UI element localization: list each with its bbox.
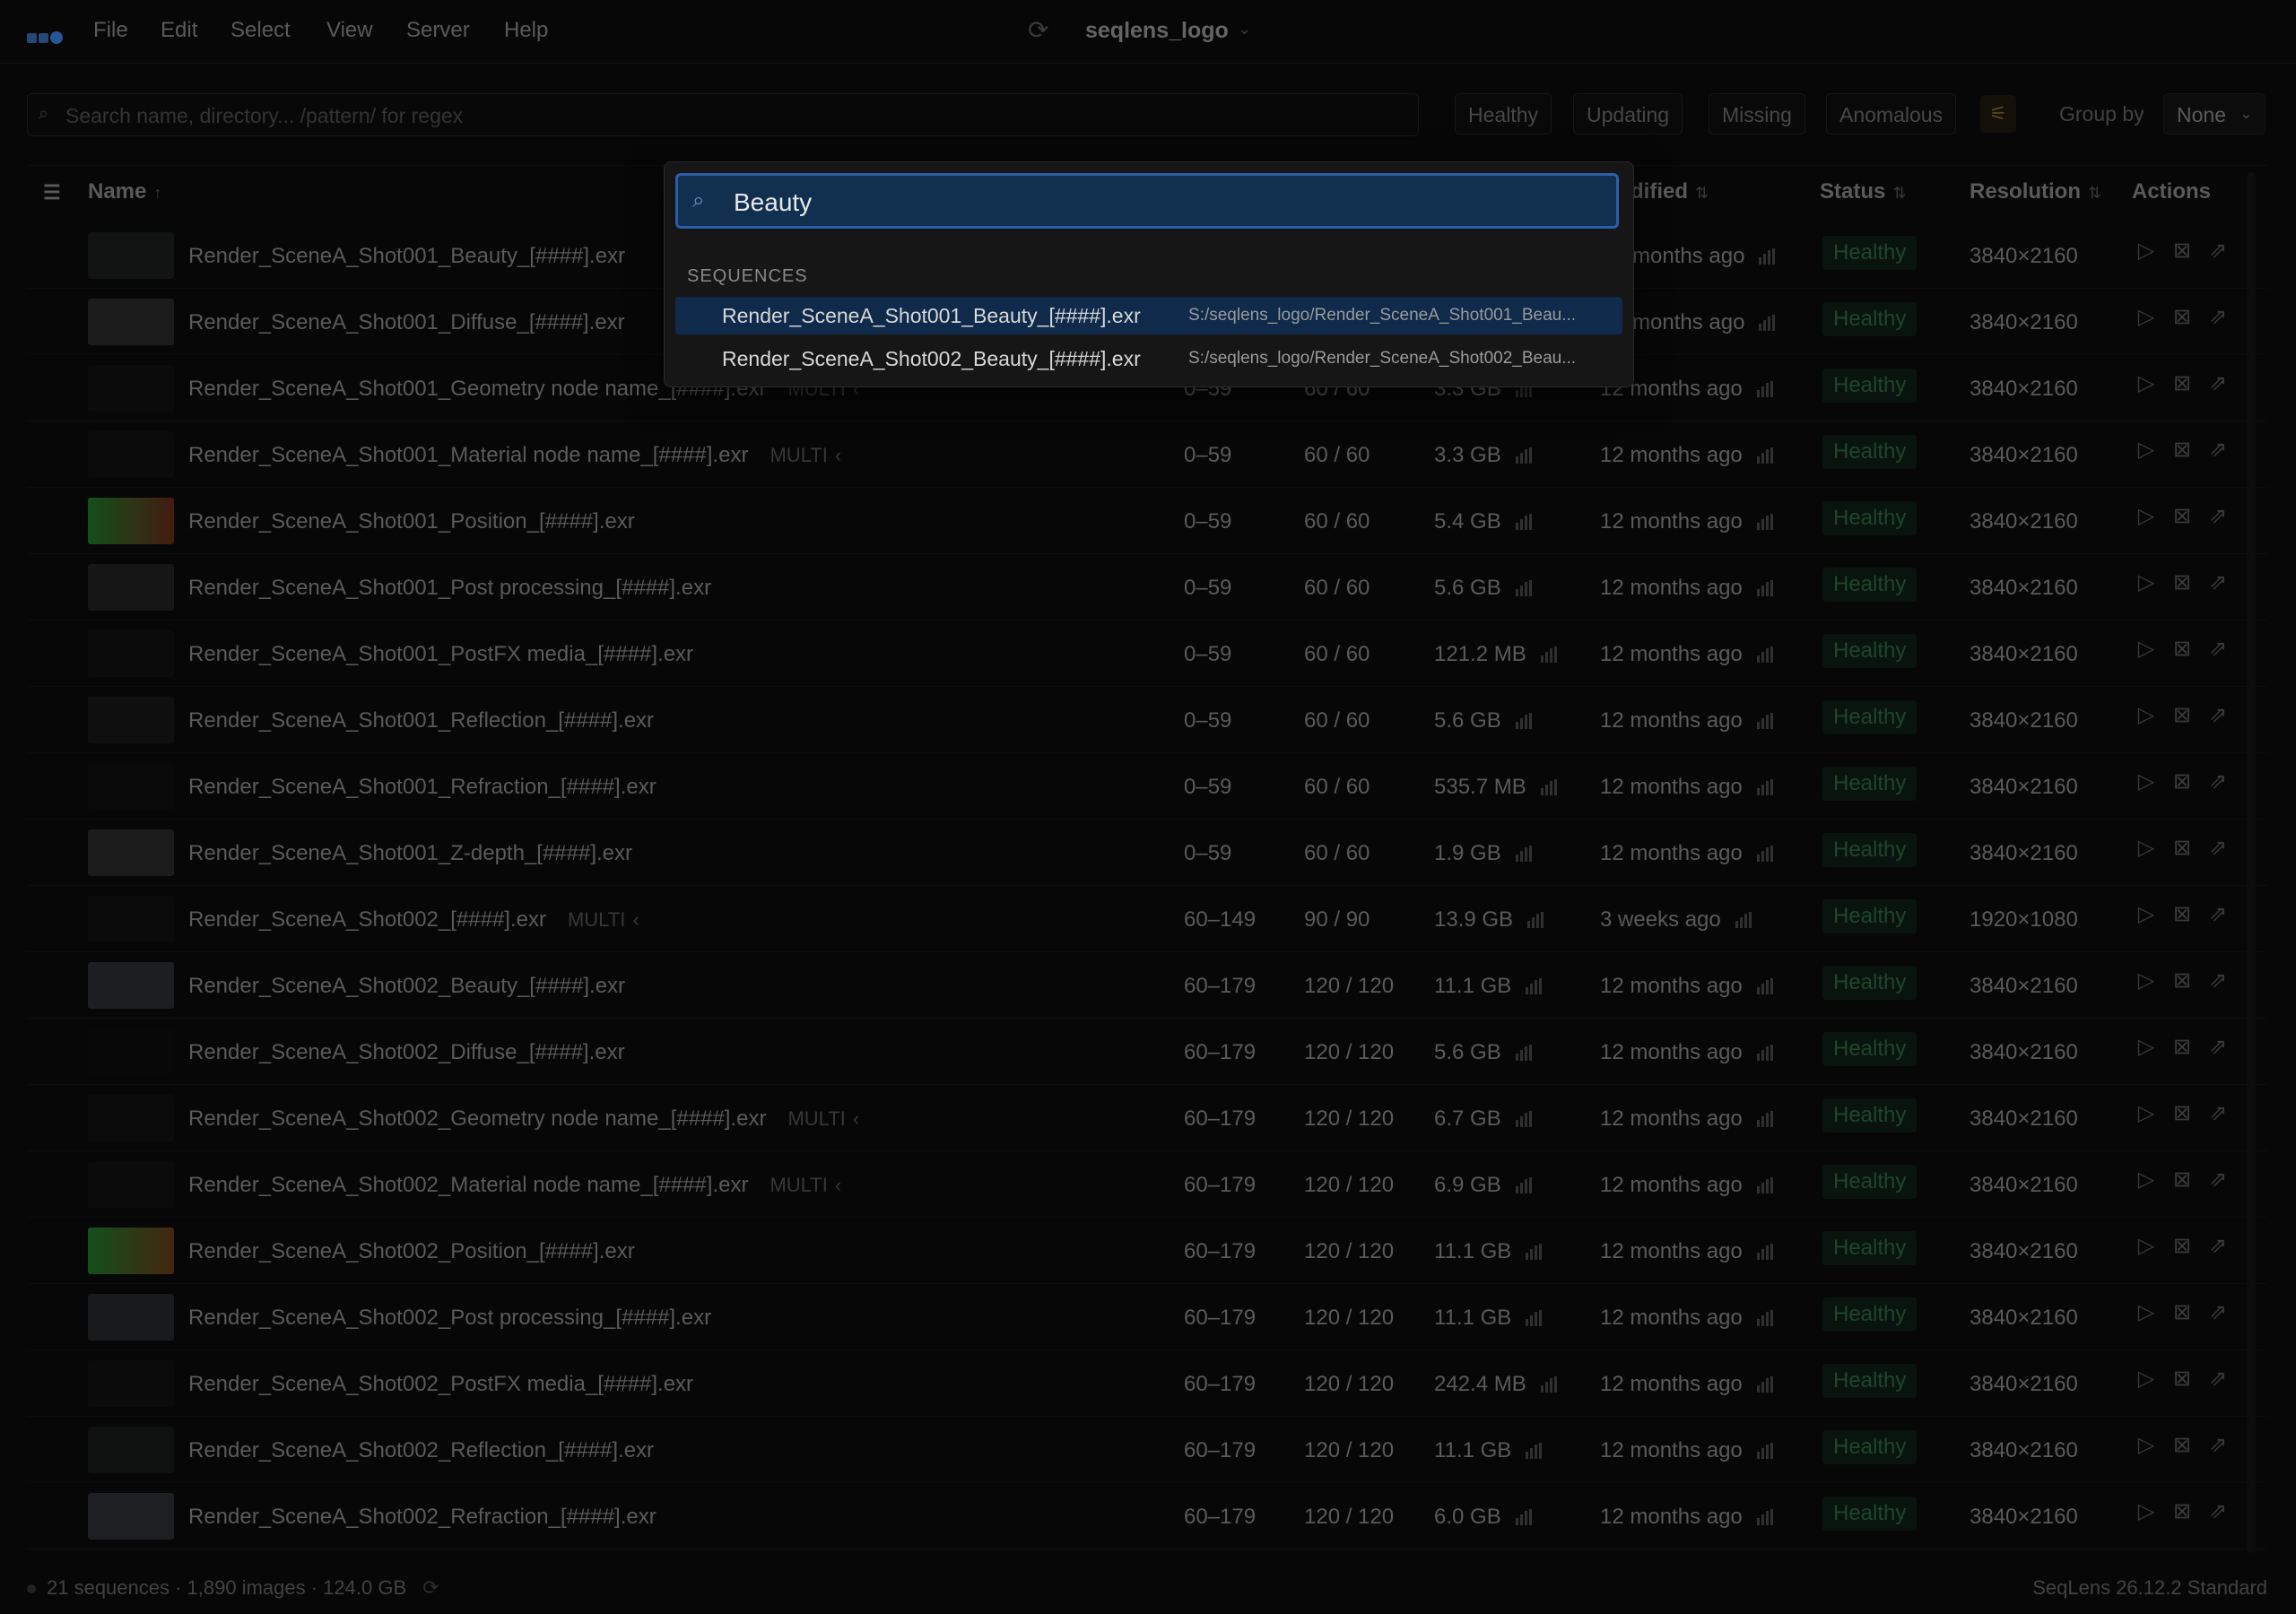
- search-icon: ⌕: [692, 188, 705, 213]
- palette-result[interactable]: Render_SceneA_Shot001_Beauty_[####].exr …: [675, 297, 1622, 334]
- palette-result-path: S:/seqlens_logo/Render_SceneA_Shot002_Be…: [1188, 349, 1577, 368]
- palette-search-field[interactable]: ⌕ Beauty: [675, 173, 1619, 229]
- search-palette: ⌕ Beauty SEQUENCES Render_SceneA_Shot001…: [664, 161, 1634, 387]
- palette-result-name: Render_SceneA_Shot001_Beauty_[####].exr: [722, 304, 1141, 327]
- palette-search-input[interactable]: Beauty: [734, 188, 812, 217]
- palette-section-label: SEQUENCES: [687, 266, 808, 286]
- palette-result-name: Render_SceneA_Shot002_Beauty_[####].exr: [722, 347, 1141, 370]
- palette-result[interactable]: Render_SceneA_Shot002_Beauty_[####].exr …: [675, 340, 1622, 377]
- palette-result-path: S:/seqlens_logo/Render_SceneA_Shot001_Be…: [1188, 306, 1577, 325]
